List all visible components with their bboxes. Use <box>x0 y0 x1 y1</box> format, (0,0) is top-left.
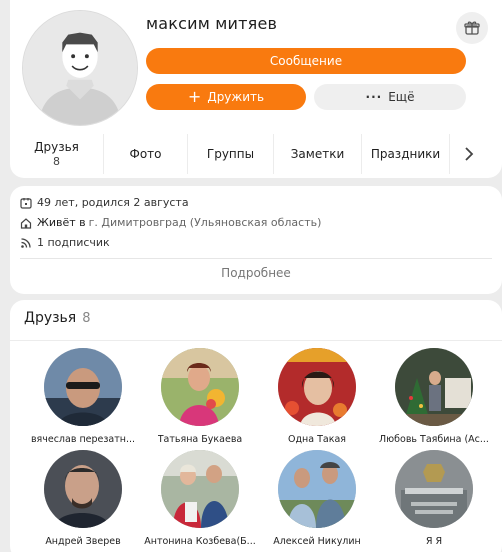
calendar-icon <box>20 197 32 209</box>
friend-name: Одна Такая <box>288 434 346 445</box>
divider <box>20 258 492 259</box>
location-row: Живёт в г. Димитровград (Ульяновская обл… <box>20 216 321 229</box>
tab-photos-label: Фото <box>129 147 162 161</box>
tab-friends-count: 8 <box>53 155 60 168</box>
more-dots-icon: ··· <box>365 90 383 104</box>
friend-card[interactable]: Я Я <box>375 450 493 547</box>
age-text: 49 лет, родился 2 августа <box>37 196 189 209</box>
tabs-scroll-right[interactable] <box>450 134 488 174</box>
gift-icon <box>464 21 480 35</box>
friend-card[interactable]: Антонина Козбева(Б... <box>141 450 259 547</box>
friend-card[interactable]: Любовь Таябина (Ас... <box>375 348 493 445</box>
friend-card[interactable]: вячеслав перезатн... <box>24 348 142 445</box>
tab-notes[interactable]: Заметки <box>274 134 362 174</box>
rss-icon <box>21 237 31 248</box>
profile-avatar[interactable] <box>22 10 138 126</box>
friend-name: Я Я <box>425 536 443 547</box>
add-friend-button[interactable]: + Дружить <box>146 84 306 110</box>
plus-icon: + <box>187 87 202 106</box>
subscribers-row[interactable]: 1 подписчик <box>20 236 110 249</box>
friend-name: Татьяна Букаева <box>157 434 243 445</box>
tab-notes-label: Заметки <box>290 147 345 161</box>
friend-name: Андрей Зверев <box>45 536 121 547</box>
friend-avatar <box>161 450 239 528</box>
default-avatar-icon <box>23 11 137 125</box>
about-card: 49 лет, родился 2 августа Живёт в г. Дим… <box>10 186 502 294</box>
profile-card: максим митяев Сообщение + Дружить ··· Ещ… <box>10 0 502 178</box>
more-button[interactable]: ··· Ещё <box>314 84 466 110</box>
divider <box>10 340 502 341</box>
friend-avatar <box>395 348 473 426</box>
chevron-right-icon <box>465 147 474 161</box>
friend-card[interactable]: Одна Такая <box>258 348 376 445</box>
friend-name: Любовь Таябина (Ас... <box>379 434 489 445</box>
profile-name: максим митяев <box>146 14 278 33</box>
friend-card[interactable]: Алексей Никулин <box>258 450 376 547</box>
friend-name: вячеслав перезатн... <box>30 434 136 445</box>
friend-avatar <box>278 450 356 528</box>
message-button[interactable]: Сообщение <box>146 48 466 74</box>
friend-avatar <box>278 348 356 426</box>
friends-count: 8 <box>82 311 91 326</box>
tab-photos[interactable]: Фото <box>104 134 188 174</box>
friend-avatar <box>44 348 122 426</box>
add-friend-label: Дружить <box>207 90 265 104</box>
tab-groups-label: Группы <box>206 147 255 161</box>
friend-card[interactable]: Андрей Зверев <box>24 450 142 547</box>
friends-card: Друзья 8 вячеслав перезатн... Татьяна Бук… <box>10 300 502 552</box>
home-icon <box>20 217 32 229</box>
tab-groups[interactable]: Группы <box>188 134 274 174</box>
tab-friends-label: Друзья <box>34 140 79 154</box>
more-label: Ещё <box>388 90 415 104</box>
friends-header[interactable]: Друзья 8 <box>24 310 91 326</box>
friend-card[interactable]: Татьяна Букаева <box>141 348 259 445</box>
friend-avatar <box>395 450 473 528</box>
friend-name: Алексей Никулин <box>273 536 361 547</box>
tab-friends[interactable]: Друзья 8 <box>10 134 104 174</box>
friend-avatar <box>44 450 122 528</box>
tab-holidays-label: Праздники <box>370 147 441 161</box>
friend-name: Антонина Козбева(Б... <box>144 536 256 547</box>
friends-title: Друзья <box>24 310 77 326</box>
profile-tabs: Друзья 8 Фото Группы Заметки Праздники <box>10 134 502 174</box>
friend-avatar <box>161 348 239 426</box>
tab-holidays[interactable]: Праздники <box>362 134 450 174</box>
more-details-link[interactable]: Подробнее <box>10 266 502 280</box>
lives-prefix: Живёт в <box>37 216 86 229</box>
age-row: 49 лет, родился 2 августа <box>20 196 189 209</box>
lives-city[interactable]: г. Димитровград (Ульяновская область) <box>89 216 322 229</box>
subscribers-text: 1 подписчик <box>37 236 110 249</box>
gift-button[interactable] <box>456 12 488 44</box>
